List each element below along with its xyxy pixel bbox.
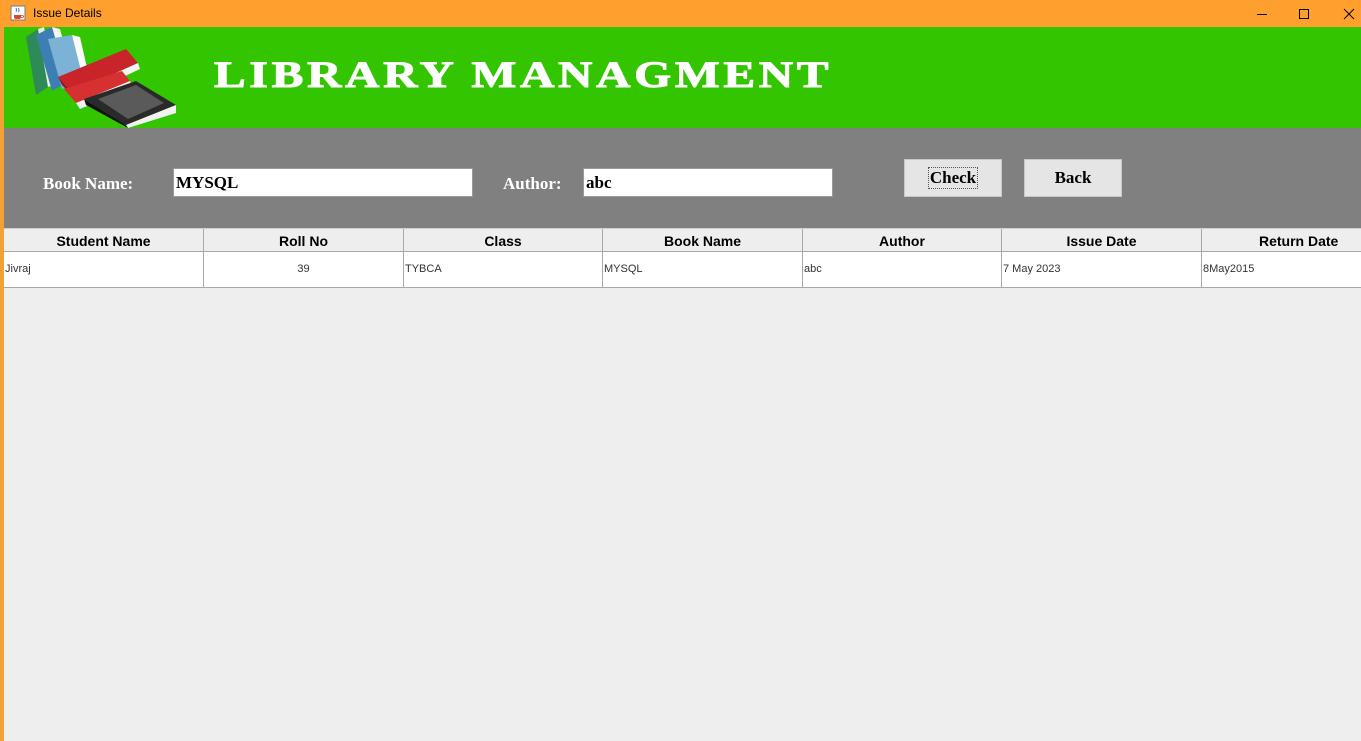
table-body: Jivraj 39 TYBCA MYSQL abc 7 May 2023 8Ma… (4, 252, 1361, 288)
cell-class[interactable]: TYBCA (404, 252, 603, 287)
column-header-author[interactable]: Author (803, 229, 1002, 252)
window-titlebar[interactable]: Issue Details (0, 0, 1361, 27)
column-header-roll-no[interactable]: Roll No (204, 229, 404, 252)
column-header-book-name[interactable]: Book Name (603, 229, 803, 252)
column-header-class[interactable]: Class (404, 229, 603, 252)
author-field[interactable]: abc (583, 168, 833, 197)
back-button[interactable]: Back (1024, 159, 1122, 197)
cell-issue-date[interactable]: 7 May 2023 (1002, 252, 1202, 287)
column-header-student-name[interactable]: Student Name (4, 229, 204, 252)
cell-book-name[interactable]: MYSQL (603, 252, 803, 287)
stacked-books-logo (26, 27, 176, 128)
check-button-label: Check (927, 167, 979, 189)
column-header-return-date[interactable]: Return Date (1202, 229, 1361, 252)
minimize-button[interactable] (1239, 0, 1285, 27)
book-name-label: Book Name: (43, 174, 134, 193)
app-header: LIBRARY MANAGMENT (4, 27, 1361, 128)
check-button[interactable]: Check (904, 159, 1002, 197)
cell-author[interactable]: abc (803, 252, 1002, 287)
maximize-icon (1299, 8, 1309, 19)
search-form: Book Name: MYSQL Author: abc Check Back (4, 128, 1361, 228)
back-button-label: Back (1054, 168, 1092, 187)
author-label: Author: (503, 174, 562, 193)
cell-roll-no[interactable]: 39 (204, 252, 404, 287)
close-icon (1343, 8, 1355, 19)
book-name-field[interactable]: MYSQL (173, 168, 473, 197)
issue-table: Student Name Roll No Class Book Name Aut… (4, 228, 1361, 288)
table-header: Student Name Roll No Class Book Name Aut… (4, 228, 1361, 252)
column-header-issue-date[interactable]: Issue Date (1002, 229, 1202, 252)
window-title: Issue Details (33, 6, 102, 20)
maximize-button[interactable] (1281, 0, 1327, 27)
minimize-icon (1257, 13, 1267, 15)
app-title: LIBRARY MANAGMENT (213, 55, 833, 97)
java-cup-icon (10, 5, 26, 21)
close-button[interactable] (1326, 0, 1361, 27)
cell-return-date[interactable]: 8May2015 (1202, 252, 1361, 287)
cell-student-name[interactable]: Jivraj (4, 252, 204, 287)
table-row[interactable]: Jivraj 39 TYBCA MYSQL abc 7 May 2023 8Ma… (4, 252, 1361, 288)
